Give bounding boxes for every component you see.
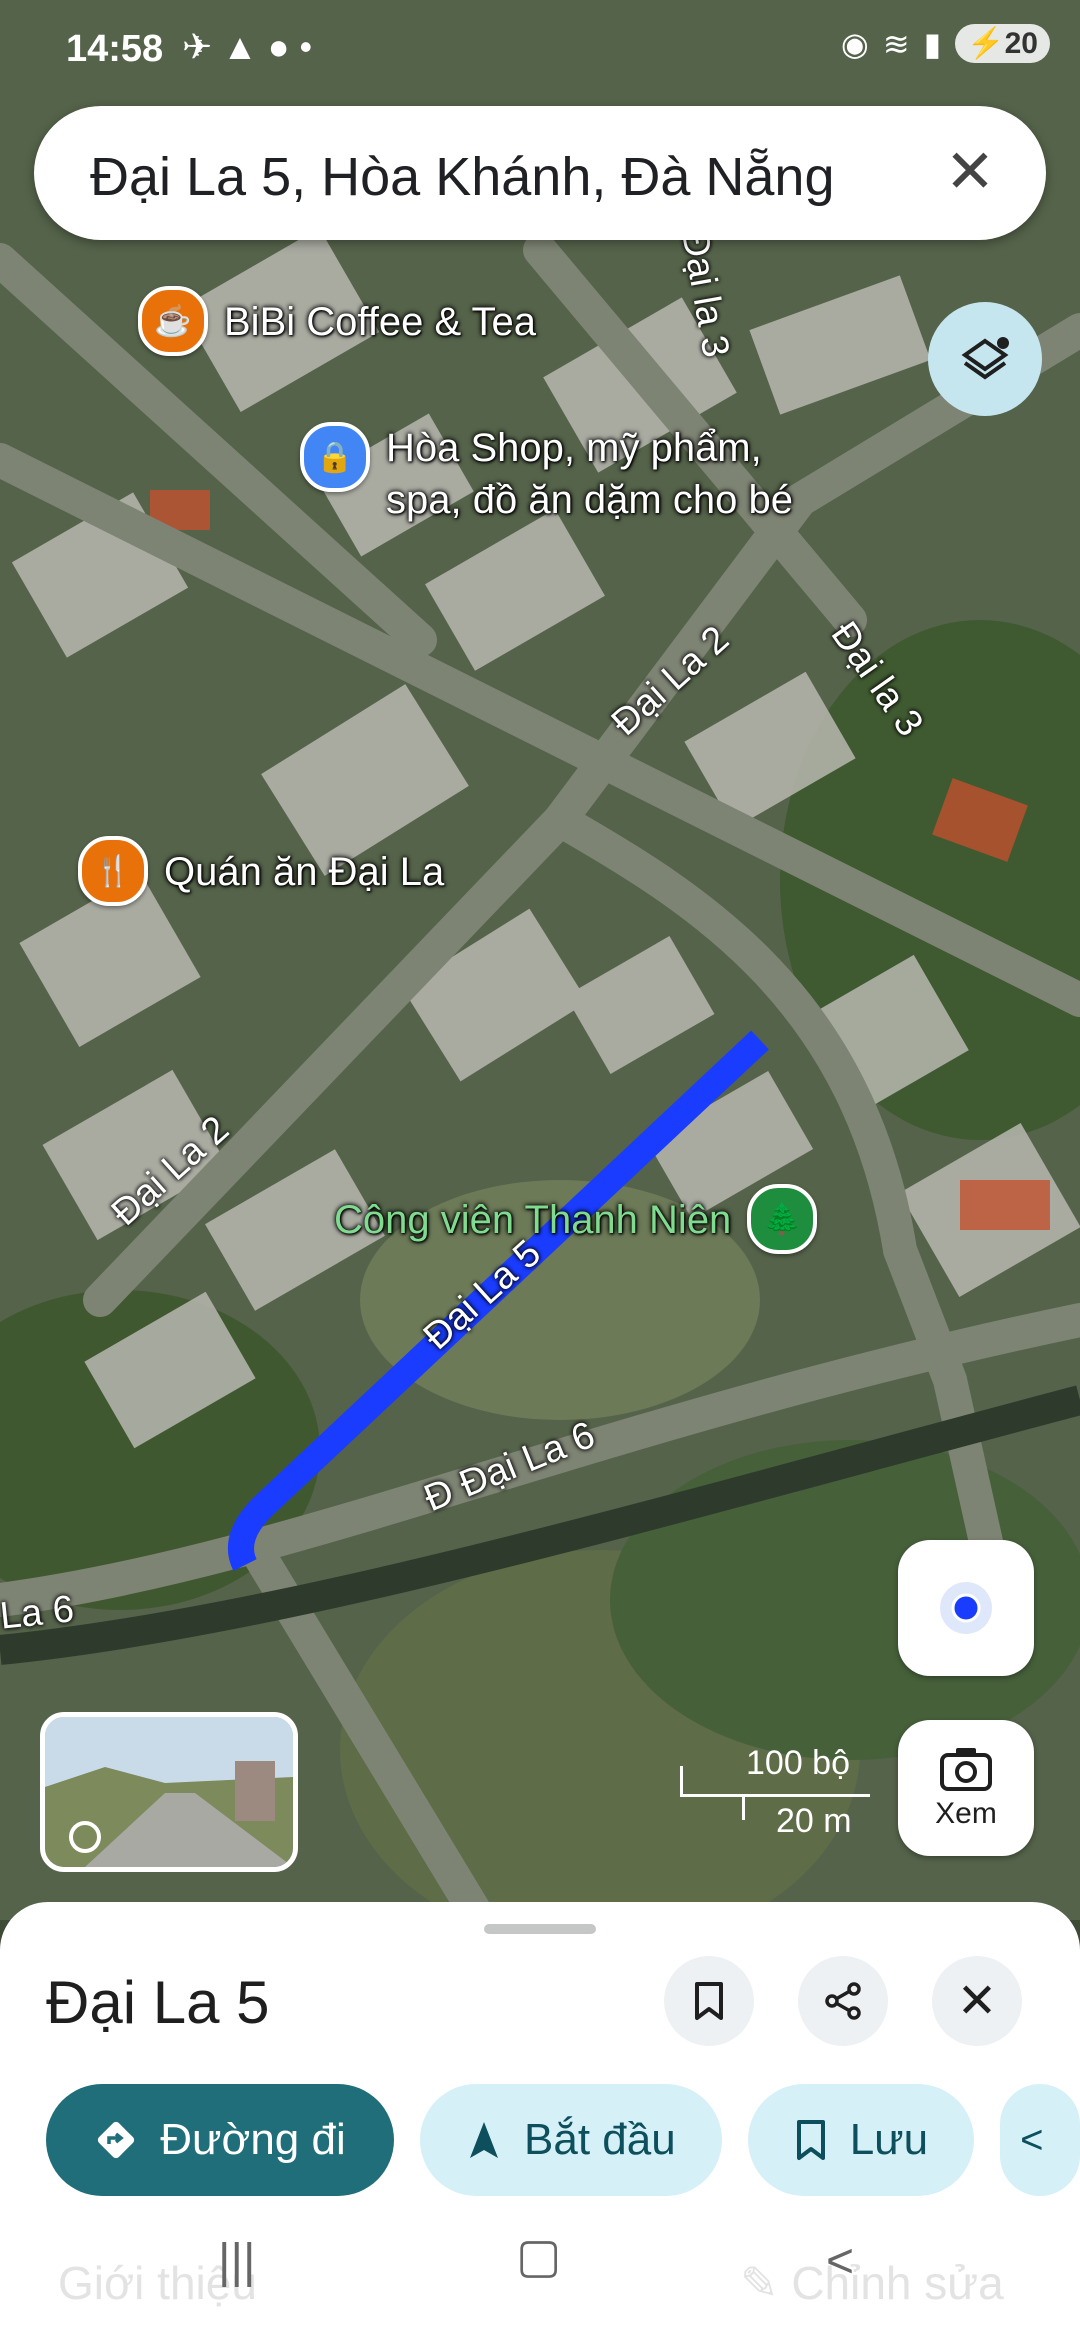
directions-icon: [98, 2121, 135, 2159]
notification-icons: ✈▲●•: [182, 26, 323, 67]
battery-indicator: ⚡20: [955, 24, 1050, 63]
start-button[interactable]: Bắt đầu: [420, 2084, 722, 2196]
my-location-icon: [940, 1582, 992, 1634]
start-label: Bắt đầu: [524, 2115, 676, 2164]
action-chips: Đường đi Bắt đầu Lưu <: [46, 2084, 1080, 2196]
restaurant-icon: 🍴: [78, 836, 148, 906]
tree-icon: 🌲: [747, 1184, 818, 1254]
share-chip-icon: <: [1020, 2117, 1044, 2162]
status-time: 14:58: [66, 28, 164, 70]
place-title: Đại La 5: [46, 1969, 270, 2036]
save-button[interactable]: Lưu: [747, 2084, 975, 2196]
scale-metric: 20 m: [776, 1802, 852, 1840]
place-label-line2: spa, đồ ăn dặm cho bé: [386, 478, 793, 522]
back-icon[interactable]: <: [826, 2234, 854, 2289]
place-label: Quán ăn Đại La: [164, 850, 445, 894]
recent-apps-icon[interactable]: |||: [218, 2234, 255, 2289]
camera-icon: [940, 1748, 992, 1791]
view-button-label: Xem: [935, 1797, 997, 1830]
system-icons: ◉ ≋ ▮ ⚡20: [841, 24, 1050, 63]
place-label-line1: Hòa Shop, mỹ phẩm,: [386, 426, 762, 470]
street-view-thumbnail[interactable]: [40, 1712, 298, 1872]
save-bookmark-button[interactable]: [664, 1956, 754, 2046]
share-icon: [825, 1982, 861, 2020]
signal-icon: ▮: [923, 25, 942, 62]
close-icon: ✕: [956, 1975, 998, 2028]
search-query[interactable]: Đại La 5, Hòa Khánh, Đà Nẵng: [90, 146, 834, 208]
place-sheet[interactable]: Đại La 5 ✕ Đường đi Bắt đầu Lưu < Giới t…: [0, 1902, 1080, 2340]
place-label: BiBi Coffee & Tea: [224, 300, 537, 344]
place-label: Công viên Thanh Niên: [334, 1198, 732, 1242]
place-label: Hòa Shop, mỹ phẩm, spa, đồ ăn dặm cho bé: [386, 422, 793, 526]
wifi-icon: ≋: [882, 25, 910, 62]
status-bar: 14:58 ✈▲●• ◉ ≋ ▮ ⚡20: [0, 0, 1080, 100]
street-view-image: [45, 1717, 293, 1867]
edit-link[interactable]: ✎ Chỉnh sửa: [740, 2256, 1004, 2310]
my-location-button[interactable]: [898, 1540, 1034, 1676]
sheet-drag-handle[interactable]: [484, 1924, 596, 1934]
road-label-dai-la-6-edge: La 6: [0, 1588, 76, 1638]
edit-label: Chỉnh sửa: [791, 2257, 1004, 2309]
coffee-icon: ☕: [138, 286, 208, 356]
layers-icon: [961, 337, 1009, 380]
share-button[interactable]: [798, 1956, 888, 2046]
search-bar[interactable]: Đại La 5, Hòa Khánh, Đà Nẵng ✕: [34, 106, 1046, 240]
home-icon[interactable]: ▢: [516, 2228, 561, 2284]
navigation-arrow-icon: [470, 2122, 498, 2158]
directions-button[interactable]: Đường đi: [46, 2084, 394, 2196]
save-label: Lưu: [849, 2115, 929, 2164]
view-button[interactable]: Xem: [898, 1720, 1034, 1856]
battery-level: 20: [1004, 27, 1038, 60]
place-bibi-coffee[interactable]: ☕ BiBi Coffee & Tea: [138, 286, 536, 356]
bookmark-outline-icon: [796, 2120, 825, 2160]
directions-label: Đường đi: [160, 2115, 346, 2164]
place-cong-vien-thanh-nien[interactable]: Công viên Thanh Niên 🌲: [334, 1184, 818, 1254]
layers-button[interactable]: [928, 302, 1042, 416]
scale-imperial: 100 bộ: [746, 1744, 850, 1782]
close-sheet-button[interactable]: ✕: [932, 1956, 1022, 2046]
shopping-bag-icon: 🔒: [300, 422, 370, 492]
bookmark-icon: [695, 1982, 723, 2020]
place-hoa-shop[interactable]: 🔒 Hòa Shop, mỹ phẩm, spa, đồ ăn dặm cho …: [300, 422, 793, 526]
location-icon: ◉: [840, 25, 869, 62]
place-quan-an-dai-la[interactable]: 🍴 Quán ăn Đại La: [78, 836, 444, 906]
clear-search-icon[interactable]: ✕: [934, 136, 1006, 208]
more-chip[interactable]: <: [1000, 2084, 1080, 2196]
